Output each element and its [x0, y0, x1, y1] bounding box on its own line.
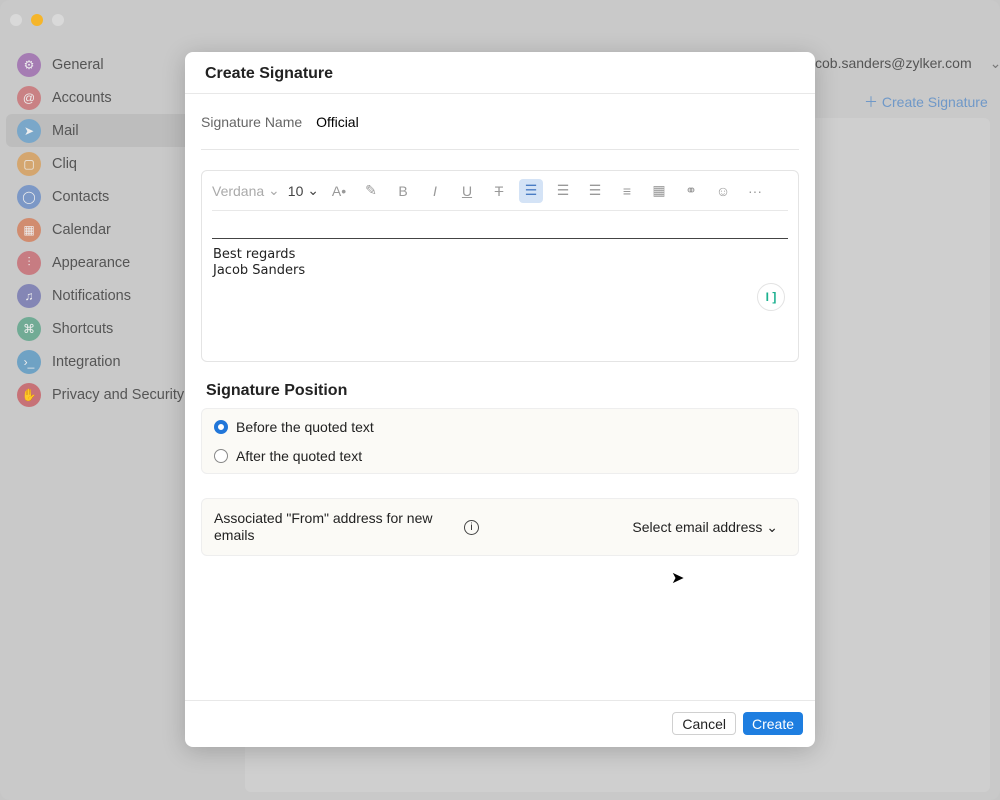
sidebar-item-notifications[interactable]: ♫ Notifications: [6, 279, 196, 312]
radio-label: After the quoted text: [236, 447, 363, 464]
sidebar-item-label: Cliq: [52, 155, 77, 172]
info-icon[interactable]: i: [464, 519, 479, 535]
cancel-button[interactable]: Cancel: [672, 712, 736, 735]
send-icon: ➤: [17, 118, 41, 143]
table-icon[interactable]: ▦: [647, 179, 671, 203]
highlight-icon[interactable]: ✎: [359, 179, 383, 203]
close-window-button[interactable]: [10, 14, 22, 26]
radio-before-quoted[interactable]: Before the quoted text: [202, 412, 798, 441]
account-selector[interactable]: cob.sanders@zylker.com ⌄: [815, 55, 1000, 72]
signature-name-input[interactable]: Official: [316, 114, 359, 130]
hand-icon: ✋: [17, 382, 41, 407]
sidebar-item-label: Shortcuts: [52, 320, 114, 337]
sidebar-item-contacts[interactable]: ◯ Contacts: [6, 180, 196, 213]
radio-unselected-icon: [214, 448, 228, 463]
underline-icon[interactable]: U: [455, 179, 479, 203]
mouse-cursor-icon: ➤: [671, 570, 685, 587]
sidebar-item-calendar[interactable]: ▦ Calendar: [6, 213, 196, 246]
bold-icon[interactable]: B: [391, 179, 415, 203]
create-signature-label: Create Signature: [881, 94, 988, 110]
chat-icon: ▢: [17, 151, 41, 176]
create-signature-dialog: Create Signature Signature Name Official…: [185, 52, 815, 747]
at-icon: @: [17, 85, 41, 110]
terminal-icon: ›_: [17, 349, 41, 374]
sidebar: ⚙ General @ Accounts ➤ Mail ▢ Cliq ◯ Contacts ▦ Cal…: [6, 48, 196, 411]
signature-line: Jacob Sanders: [213, 263, 306, 278]
radio-after-quoted[interactable]: After the quoted text: [202, 441, 798, 470]
zoom-window-button[interactable]: [52, 14, 64, 26]
calendar-icon: ▦: [17, 217, 41, 242]
from-address-row: Associated "From" address for new emails…: [201, 498, 799, 556]
signature-position-group: Before the quoted text After the quoted …: [201, 408, 799, 474]
command-icon: ⌘: [17, 316, 41, 341]
sidebar-item-label: Privacy and Security: [52, 386, 185, 403]
minimize-window-button[interactable]: [31, 14, 43, 26]
radio-label: Before the quoted text: [236, 418, 374, 435]
radio-selected-icon: [214, 419, 228, 434]
link-icon[interactable]: ⚭: [679, 179, 703, 203]
emoji-icon[interactable]: ☺: [711, 179, 735, 203]
sidebar-item-label: Calendar: [52, 221, 111, 238]
sidebar-item-general[interactable]: ⚙ General: [6, 48, 196, 81]
email-address-select[interactable]: Select email address ⌄: [632, 519, 778, 536]
sidebar-item-label: Notifications: [52, 287, 131, 304]
italic-icon[interactable]: I: [423, 179, 447, 203]
sidebar-item-label: General: [52, 56, 104, 73]
sidebar-item-shortcuts[interactable]: ⌘ Shortcuts: [6, 312, 196, 345]
signature-line: Best regards: [213, 247, 296, 262]
sidebar-item-mail[interactable]: ➤ Mail: [6, 114, 196, 147]
plus-icon: ＋: [864, 94, 882, 110]
bell-icon: ♫: [17, 283, 41, 308]
account-email: cob.sanders@zylker.com: [815, 55, 972, 71]
more-icon[interactable]: ···: [743, 179, 767, 203]
create-signature-link[interactable]: ＋ Create Signature: [864, 92, 988, 112]
align-left-icon[interactable]: ☰: [519, 178, 543, 203]
font-size-select[interactable]: 10 ⌄: [288, 179, 319, 203]
sidebar-item-label: Accounts: [52, 89, 112, 106]
signature-editor[interactable]: Verdana ⌄ 10 ⌄ A• ✎ B I U T ☰ ☰ ☰ ≡ ▦ ⚭ …: [201, 170, 799, 362]
gear-icon: ⚙: [17, 52, 41, 77]
font-family-select[interactable]: Verdana ⌄: [212, 179, 280, 203]
sidebar-item-label: Mail: [52, 122, 79, 139]
create-button[interactable]: Create: [742, 712, 803, 735]
from-address-label: Associated "From" address for new emails: [214, 510, 433, 543]
list-icon[interactable]: ≡: [615, 179, 639, 203]
sidebar-item-label: Contacts: [52, 188, 110, 205]
signature-name-label: Signature Name: [201, 113, 303, 130]
dialog-footer: Cancel Create: [185, 700, 815, 747]
select-label: Select email address: [632, 518, 763, 535]
sliders-icon: ⫶: [17, 250, 41, 275]
font-color-icon[interactable]: A•: [327, 179, 351, 203]
sidebar-item-privacy-and-security[interactable]: ✋ Privacy and Security: [6, 378, 196, 411]
sidebar-item-accounts[interactable]: @ Accounts: [6, 81, 196, 114]
signature-content[interactable]: Best regards Jacob Sanders: [213, 247, 305, 279]
grammar-assistant-icon[interactable]: I ]: [757, 283, 785, 311]
person-icon: ◯: [17, 184, 41, 209]
sidebar-item-label: Integration: [52, 353, 121, 370]
align-center-icon[interactable]: ☰: [583, 179, 607, 203]
signature-divider: [212, 238, 788, 239]
align-right-icon[interactable]: ☰: [551, 179, 575, 203]
sidebar-item-label: Appearance: [52, 254, 131, 271]
editor-toolbar: Verdana ⌄ 10 ⌄ A• ✎ B I U T ☰ ☰ ☰ ≡ ▦ ⚭ …: [212, 171, 788, 211]
sidebar-item-appearance[interactable]: ⫶ Appearance: [6, 246, 196, 279]
chevron-down-icon: ⌄: [989, 55, 1000, 71]
dialog-title: Create Signature: [185, 52, 815, 94]
signature-position-title: Signature Position: [206, 382, 348, 399]
sidebar-item-integration[interactable]: ›_ Integration: [6, 345, 196, 378]
sidebar-item-cliq[interactable]: ▢ Cliq: [6, 147, 196, 180]
strikethrough-icon[interactable]: T: [487, 179, 511, 203]
